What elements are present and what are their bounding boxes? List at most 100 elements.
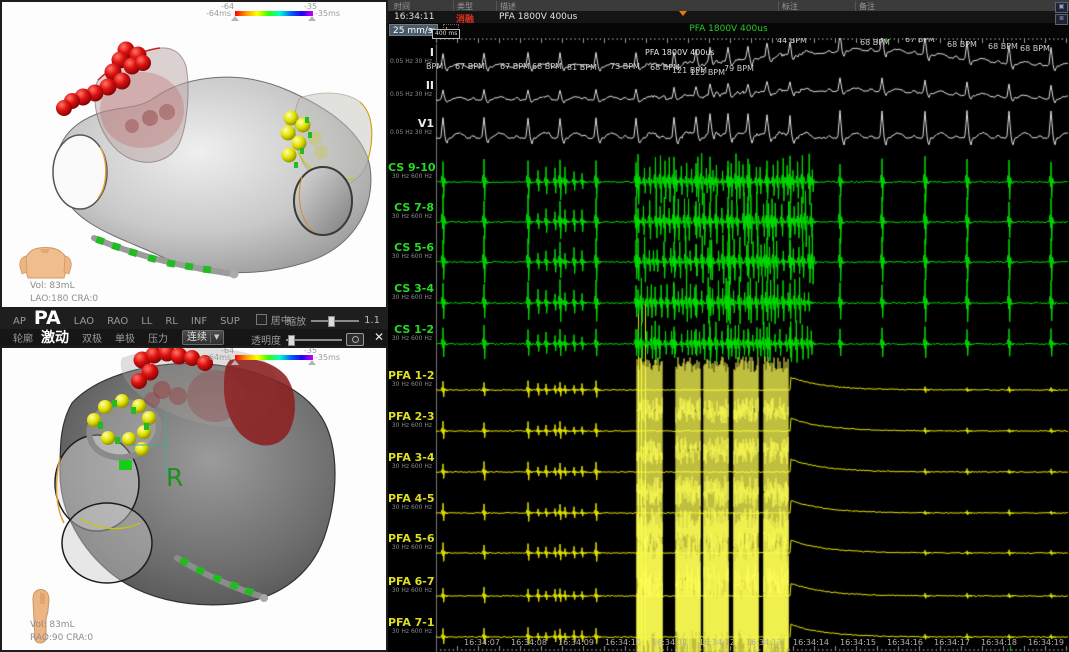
volume-readout: Vol: 83mL [30,620,75,630]
mode-button--[interactable]: 轮廓 [13,330,33,349]
ep-mapping-workstation: -64 -35 -64ms -35ms Vol: 83mL LAO:180 CR… [0,0,1069,652]
reference-electrode-label: R [166,463,183,492]
sweep-window-badge: 400 ms [432,29,460,39]
activation-color-scale: -64 -35 -64ms -35ms [2,2,388,24]
time-axis-label: 16:34:17 [932,638,972,647]
time-axis-label: 16:34:09 [556,638,596,647]
bpm-label: 68 BPM [947,40,977,49]
waveform-canvas[interactable] [388,0,1069,652]
channel-filter-ii: 0.05 Hz 30 Hz [388,91,432,98]
channel-filter-cs-3-4: 30 Hz 600 Hz [388,294,432,301]
panel-mini-buttons: ▣ ≣ [1055,2,1068,26]
channel-filter-pfa-5-6: 30 Hz 600 Hz [388,544,432,551]
event-description: PFA 1800V 400us [496,12,577,22]
ablation-overlay-label: PFA 1800V 400us [645,48,715,57]
channel-filter-pfa-4-5: 30 Hz 600 Hz [388,504,432,511]
time-axis-label: 16:34:13 [744,638,784,647]
chevron-down-icon: ▼ [214,331,219,344]
bpm-label: 73 BPM [610,62,640,71]
time-axis-label: 16:34:14 [791,638,831,647]
channel-filter-cs-9-10: 30 Hz 600 Hz [388,173,432,180]
time-axis-label: 16:34:10 [603,638,643,647]
list-icon[interactable]: ≣ [1055,14,1068,25]
bpm-label: 67 BPM [455,62,485,71]
channel-filter-cs-1-2: 30 Hz 600 Hz [388,335,432,342]
opacity-label: 透明度 [251,332,281,347]
bpm-label: 68 BPM [860,38,890,47]
ablation-marker-label: PFA 1800V 400us [388,24,1069,34]
scale-min-ms: -64ms [206,9,231,18]
mode-button--[interactable]: 双极 [82,330,102,349]
bpm-label: 68 BPM [532,62,562,71]
mode-button--[interactable]: 激动 [41,329,69,348]
center-checkbox[interactable] [256,314,267,325]
mode-button--[interactable]: 压力 [148,330,168,349]
orientation-readout: RAO:90 CRA:0 [30,633,93,643]
bpm-label: 81 BPM [567,63,597,72]
vein-ostium-right [294,167,352,235]
time-axis-label: 16:34:16 [885,638,925,647]
channel-filter-v1: 0.05 Hz 30 Hz [388,129,432,136]
event-col-0[interactable]: 时间 [391,1,453,11]
channel-filter-pfa-3-4: 30 Hz 600 Hz [388,463,432,470]
scale-handle-low[interactable] [231,16,239,21]
heart-model-rao [2,348,386,650]
vein-ostium-lower [62,503,152,583]
bpm-label: 125 BPM [690,68,725,77]
channel-filter-pfa-1-2: 30 Hz 600 Hz [388,381,432,388]
heart-model-lao [2,2,386,307]
bpm-label: 67 BPM [500,62,530,71]
selected-electrode-marker [119,460,132,470]
export-icon[interactable]: ▣ [1055,2,1068,13]
time-axis-label: 16:34:18 [979,638,1019,647]
time-axis-label: 16:34:07 [462,638,502,647]
map-viewport-lao[interactable]: -64 -35 -64ms -35ms Vol: 83mL LAO:180 CR… [0,0,388,309]
event-col-4[interactable]: 备注 [855,1,1066,11]
scale-handle-high[interactable] [308,360,316,365]
channel-filter-cs-5-6: 30 Hz 600 Hz [388,253,432,260]
bpm-label: 68 BPM [1020,44,1050,53]
torso-orientation-icon [20,248,72,279]
channel-filter-cs-7-8: 30 Hz 600 Hz [388,213,432,220]
orientation-readout: LAO:180 CRA:0 [30,294,98,304]
scale-handle-high[interactable] [308,16,316,21]
continuous-label: 连续 [187,331,207,344]
sweep-control-row: 25 mm/s ▼ PFA 1800V 400us [388,23,1069,38]
time-axis-label: 16:34:19 [1026,638,1066,647]
time-axis-label: 16:34:11 [650,638,690,647]
scale-handle-low[interactable] [231,360,239,365]
activation-color-scale: -64 -35 -64ms -35ms [2,348,388,370]
zoom-label: 缩放 [286,313,306,328]
mode-button--[interactable]: 单极 [115,330,135,349]
colorbar-gradient[interactable] [235,355,313,360]
continuous-dropdown[interactable]: 连续 ▼ [182,330,224,345]
camera-snapshot-button[interactable] [346,333,364,346]
close-icon[interactable]: ✕ [374,330,384,344]
ablation-marker-icon [679,11,687,16]
time-axis-label: 16:34:08 [509,638,549,647]
event-col-2[interactable]: 描述 [496,1,778,11]
zoom-control: 缩放 1.1 [286,313,380,328]
bpm-label: 79 BPM [724,64,754,73]
time-axis-label: 16:34:15 [838,638,878,647]
zoom-slider[interactable] [311,320,359,322]
opacity-control: 透明度 [251,332,342,347]
map-viewport-rao[interactable]: -64 -35 -64ms -35ms R Vol: 83mL RAO:90 C… [0,346,388,652]
bpm-label: BPM [426,62,443,71]
egm-signal-panel: 时间类型描述标注备注 16:34:11 消融 PFA 1800V 400us ▣… [388,0,1069,652]
zoom-value: 1.1 [364,315,380,326]
scale-max-ms: -35ms [315,353,340,362]
channel-filter-pfa-7-1: 30 Hz 600 Hz [388,628,432,635]
channel-filter-pfa-2-3: 30 Hz 600 Hz [388,422,432,429]
event-log-header: 时间类型描述标注备注 [388,0,1069,11]
event-col-3[interactable]: 标注 [778,1,855,11]
scale-max-ms: -35ms [315,9,340,18]
colorbar-gradient[interactable] [235,11,313,16]
channel-filter-pfa-6-7: 30 Hz 600 Hz [388,587,432,594]
volume-readout: Vol: 83mL [30,281,75,291]
time-axis-label: 16:34:12 [697,638,737,647]
view-button-pa[interactable]: PA [34,309,61,328]
opacity-slider[interactable] [286,339,342,341]
event-col-1[interactable]: 类型 [453,1,496,11]
scale-min-ms: -64ms [206,353,231,362]
